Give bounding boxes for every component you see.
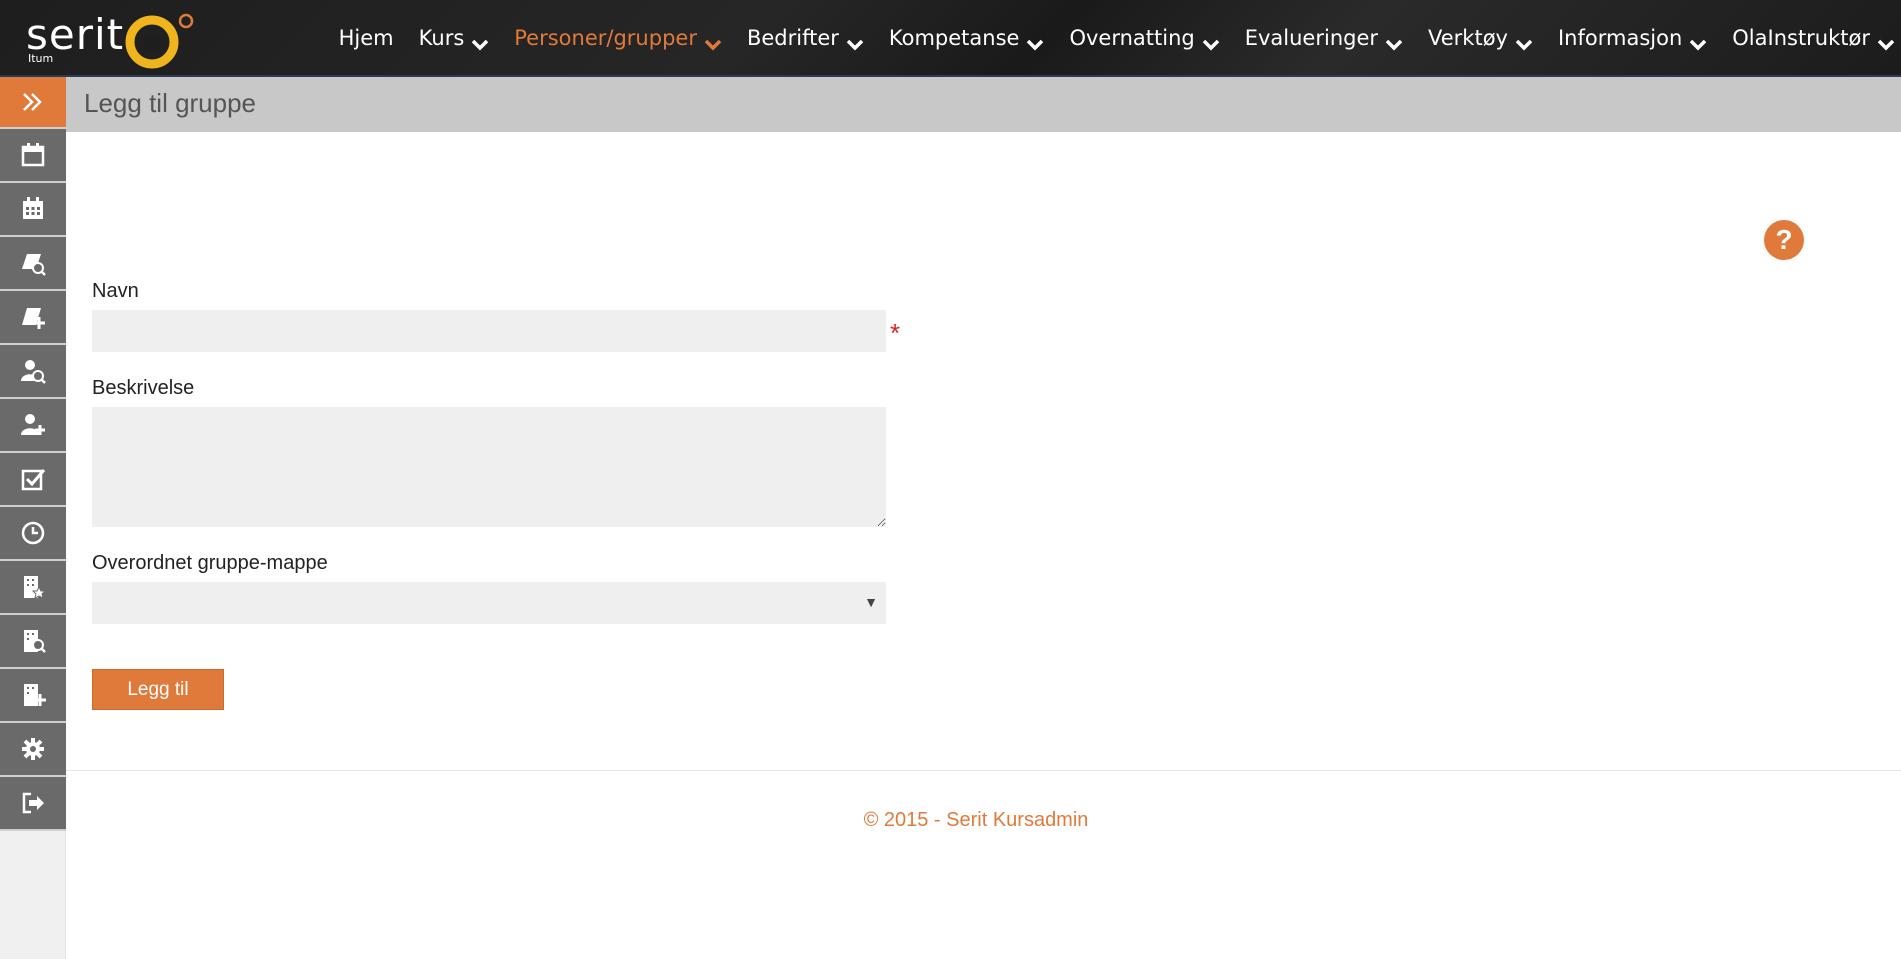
footer-copyright: © 2015 - Serit Kursadmin: [863, 809, 1089, 831]
sidebar: [0, 77, 66, 959]
nav-item-label: Kompetanse: [888, 26, 1020, 50]
nav-item-label: Informasjon: [1557, 26, 1683, 50]
nav-item-label: Overnatting: [1069, 26, 1195, 50]
nav-item-personer-grupper[interactable]: Personer/grupper: [514, 26, 722, 51]
parent-folder-select[interactable]: ▼: [92, 582, 886, 624]
nav-item-kompetanse[interactable]: Kompetanse: [888, 26, 1045, 51]
sidebar-toggle-button[interactable]: [0, 77, 66, 129]
building-search-icon: [24, 630, 46, 653]
chevron-down-icon: [1689, 32, 1707, 51]
sidebar-item-settings[interactable]: [0, 723, 66, 777]
description-textarea[interactable]: [92, 407, 886, 527]
name-field-group: Navn *: [92, 280, 932, 352]
nav-item-overnatting[interactable]: Overnatting: [1069, 26, 1220, 51]
nav-item-informasjon[interactable]: Informasjon: [1557, 26, 1707, 51]
sidebar-item-building-star[interactable]: [0, 561, 66, 615]
sidebar-item-course-add[interactable]: [0, 291, 66, 345]
help-button[interactable]: ?: [1764, 220, 1804, 260]
question-icon: ?: [1775, 224, 1793, 255]
description-label: Beskrivelse: [92, 377, 195, 399]
logo-ring-icon: [125, 13, 194, 69]
sidebar-item-building-search[interactable]: [0, 615, 66, 669]
nav-item-hjem[interactable]: Hjem: [339, 26, 394, 50]
logout-icon: [22, 792, 44, 814]
chevron-down-icon: [471, 32, 489, 51]
nav-item-bedrifter[interactable]: Bedrifter: [746, 26, 864, 51]
calendar-grid-icon: [23, 197, 43, 219]
chevron-down-icon: [846, 32, 864, 51]
nav-item-olainstruktør[interactable]: OlaInstruktør: [1732, 26, 1895, 51]
sidebar-item-checkbox[interactable]: [0, 453, 66, 507]
required-indicator: *: [890, 318, 901, 348]
chevron-down-icon: [1877, 32, 1895, 51]
course-add-icon: [22, 308, 45, 329]
double-chevron-right-icon: [23, 93, 42, 111]
serit-logo[interactable]: serit Itum: [26, 8, 226, 69]
nav-item-label: OlaInstruktør: [1732, 26, 1870, 50]
dropdown-arrow-icon: ▼: [864, 594, 878, 610]
course-search-icon: [22, 254, 46, 276]
sidebar-item-clock[interactable]: [0, 507, 66, 561]
nav-item-label: Verktøy: [1428, 26, 1508, 50]
parent-folder-label: Overordnet gruppe-mappe: [92, 552, 328, 574]
nav-item-kurs[interactable]: Kurs: [418, 26, 490, 51]
nav-item-verktøy[interactable]: Verktøy: [1428, 26, 1533, 51]
add-group-form: Navn * Beskrivelse Overordnet gruppe-map…: [92, 280, 932, 710]
chevron-down-icon: [1385, 32, 1403, 51]
nav-item-label: Bedrifter: [746, 26, 839, 50]
checkbox-icon: [21, 469, 46, 491]
nav-item-label: Hjem: [338, 26, 394, 50]
building-add-icon: [24, 684, 46, 706]
form-actions: Legg til: [92, 669, 932, 710]
description-field-group: Beskrivelse: [92, 377, 932, 527]
sidebar-item-person-search[interactable]: [0, 345, 66, 399]
sidebar-item-calendar-grid[interactable]: [0, 183, 66, 237]
sidebar-item-building-add[interactable]: [0, 669, 66, 723]
person-search-icon: [21, 360, 46, 384]
page-title: Legg til gruppe: [84, 88, 257, 118]
logo-subtext: Itum: [28, 52, 54, 65]
sidebar-item-course-search[interactable]: [0, 237, 66, 291]
sidebar-item-person-add[interactable]: [0, 399, 66, 453]
chevron-down-icon: [1515, 32, 1533, 51]
nav-item-label: Evalueringer: [1244, 26, 1379, 50]
name-input[interactable]: [92, 310, 886, 352]
page-header: Legg til gruppe: [66, 77, 1901, 132]
clock-icon: [21, 521, 45, 545]
sidebar-item-calendar[interactable]: [0, 129, 66, 183]
chevron-down-icon: [1026, 32, 1044, 51]
nav-item-label: Kurs: [418, 26, 465, 50]
top-navigation-bar: serit Itum Hjem Kurs Personer/grupper Bedri…: [0, 0, 1901, 77]
sidebar-item-logout[interactable]: [0, 777, 66, 831]
main-menu: Hjem Kurs Personer/grupper Bedrifter Kompeta…: [314, 0, 1895, 76]
name-label: Navn: [92, 280, 139, 302]
gear-icon: [22, 738, 44, 760]
parent-folder-field-group: Overordnet gruppe-mappe ▼: [92, 552, 932, 624]
nav-item-evalueringer[interactable]: Evalueringer: [1244, 26, 1403, 51]
footer-divider: [66, 770, 1901, 771]
calendar-icon: [21, 143, 45, 167]
building-star-icon: [24, 576, 47, 599]
chevron-down-icon: [704, 32, 722, 51]
person-add-icon: [21, 414, 45, 435]
add-button[interactable]: Legg til: [92, 669, 224, 710]
nav-item-label: Personer/grupper: [514, 26, 697, 50]
chevron-down-icon: [1202, 32, 1220, 51]
